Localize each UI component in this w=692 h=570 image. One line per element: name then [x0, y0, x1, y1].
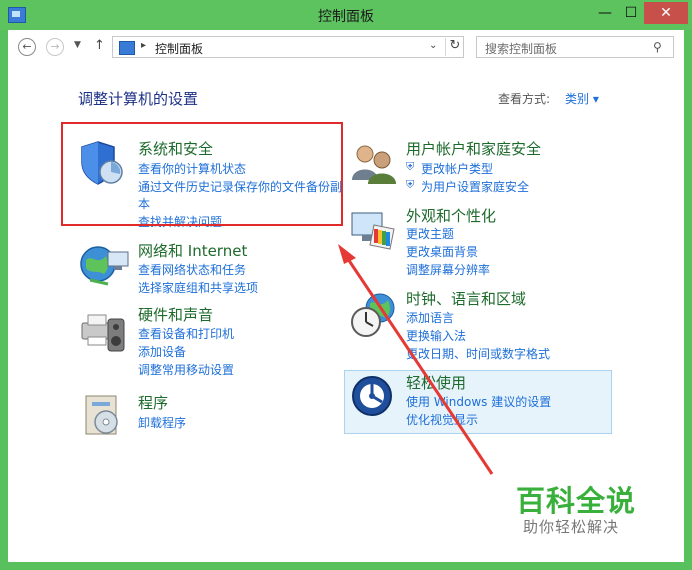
minimize-button[interactable]: —: [592, 2, 618, 24]
close-button[interactable]: ✕: [644, 2, 688, 24]
watermark-title: 百科全说: [516, 484, 637, 518]
maximize-button[interactable]: ☐: [618, 2, 644, 24]
window-title: 控制面板: [318, 9, 374, 25]
client-area: ← → ▼ ↑ ▸ 控制面板 ⌄ ↻ 搜索控制面板 ⚲ 调整计算机的设置 查看方…: [8, 30, 684, 562]
title-bar: 控制面板 — ☐ ✕: [0, 0, 692, 30]
watermark-subtitle: 助你轻松解决: [523, 518, 620, 536]
